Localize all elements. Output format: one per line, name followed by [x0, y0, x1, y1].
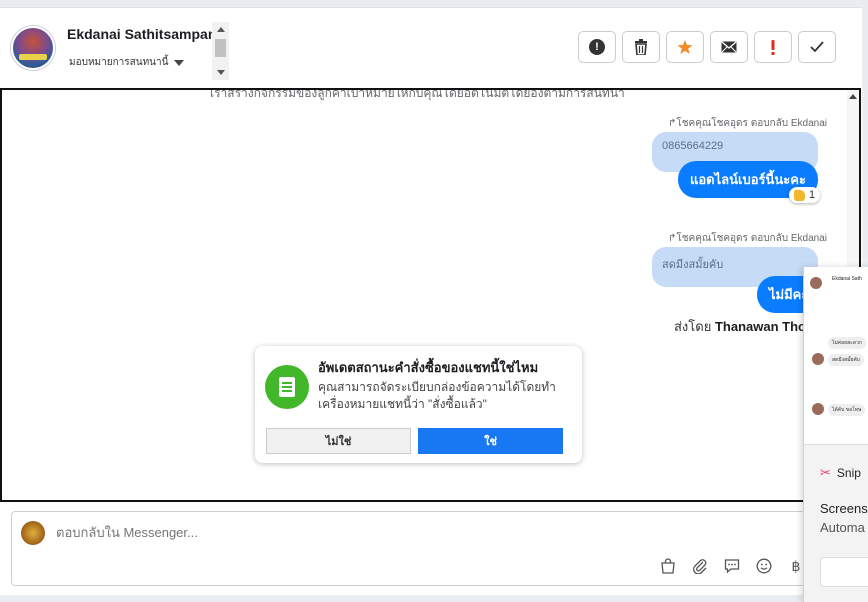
reply-input[interactable] [56, 525, 656, 540]
follow-up-button[interactable] [754, 31, 792, 63]
header-scrollbar[interactable] [212, 22, 229, 80]
mark-unread-button[interactable] [710, 31, 748, 63]
done-button[interactable] [798, 31, 836, 63]
scissors-icon: ✂ [820, 465, 831, 480]
snip-app-title: ✂ Snip [820, 465, 861, 480]
delete-button[interactable] [622, 31, 660, 63]
reply-meta: ↱โชคคุณโชคอุดร ตอบกลับ Ekdanai [668, 233, 827, 244]
screenshot-preview[interactable]: Ekdanai Sath ไม่ค่อยสะดวก สดมีงสมั้ยคับ … [804, 267, 868, 445]
preview-avatar [810, 277, 822, 289]
reaction-badge[interactable]: 1 [789, 187, 821, 203]
scroll-up-arrow-icon[interactable] [849, 94, 857, 99]
dialog-title: อัพเดตสถานะคำสั่งซื้อของแชทนี้ใช่ไหม [318, 360, 539, 375]
emoji-icon[interactable] [754, 556, 774, 576]
preview-line: สดมีงสมั้ยคับ [828, 354, 864, 366]
sender-name: Thanawan Thon [714, 319, 814, 334]
snip-action-button[interactable] [820, 557, 868, 587]
snip-notification[interactable]: Ekdanai Sath ไม่ค่อยสะดวก สดมีงสมั้ยคับ … [803, 267, 868, 602]
order-status-dialog: อัพเดตสถานะคำสั่งซื้อของแชทนี้ใช่ไหม คุณ… [255, 346, 582, 463]
preview-line: ได้คับ ขอโทษ [828, 404, 866, 416]
contact-avatar[interactable] [11, 26, 55, 70]
scroll-down-arrow-icon[interactable] [217, 70, 225, 75]
dialog-body: คุณสามารถจัดระเบียบกล่องข้อความได้โดยทำเ… [318, 380, 556, 411]
trash-icon [635, 39, 647, 55]
saved-reply-icon[interactable] [722, 556, 742, 576]
preview-avatar [812, 403, 824, 415]
paperclip-icon[interactable] [690, 556, 710, 576]
spam-button[interactable]: ! [578, 31, 616, 63]
scrollbar-thumb[interactable] [215, 39, 226, 57]
yes-button[interactable]: ใช่ [418, 428, 563, 454]
reply-composer: ฿ [11, 511, 861, 586]
contact-name[interactable]: Ekdanai Sathitsampan [67, 26, 216, 42]
shopping-bag-icon[interactable] [658, 556, 678, 576]
assign-label: มอบหมายการสนทนานี้ [69, 57, 169, 68]
automation-notice: เราสร้างกิจกรรมของลูกค้าเป้าหมายให้กับคุ… [210, 88, 625, 100]
no-button[interactable]: ไม่ใช่ [266, 428, 411, 454]
preview-line: ไม่ค่อยสะดวก [828, 337, 866, 349]
sent-by-label: ส่งโดย Thanawan Thon [674, 319, 814, 334]
exclamation-icon [771, 40, 775, 55]
receipt-icon [265, 365, 309, 409]
star-button[interactable] [666, 31, 704, 63]
snip-subline: Automa [820, 520, 865, 535]
envelope-icon [721, 41, 737, 53]
thumbs-up-icon [794, 189, 805, 201]
page-avatar [21, 521, 45, 545]
caret-down-icon [174, 59, 185, 66]
reaction-count: 1 [809, 189, 816, 201]
star-icon [677, 40, 693, 54]
conversation-panel: Ekdanai Sathitsampan มอบหมายการสนทนานี้ … [0, 7, 862, 595]
snip-headline: Screensh [820, 501, 868, 516]
preview-name: Ekdanai Sath [832, 276, 862, 282]
exclamation-circle-icon: ! [589, 39, 605, 55]
message-thread[interactable]: เราสร้างกิจกรรมของลูกค้าเป้าหมายให้กับคุ… [0, 88, 861, 502]
composer-toolbar: ฿ [658, 556, 806, 576]
reply-meta: ↱โชคคุณโชคอุดร ตอบกลับ Ekdanai [668, 118, 827, 129]
preview-avatar [812, 353, 824, 365]
assign-dropdown[interactable]: มอบหมายการสนทนานี้ [69, 55, 185, 70]
conversation-actions: ! [578, 31, 836, 63]
checkmark-icon [810, 41, 824, 53]
conversation-header: Ekdanai Sathitsampan มอบหมายการสนทนานี้ … [0, 8, 862, 88]
scroll-up-arrow-icon[interactable] [217, 27, 225, 32]
